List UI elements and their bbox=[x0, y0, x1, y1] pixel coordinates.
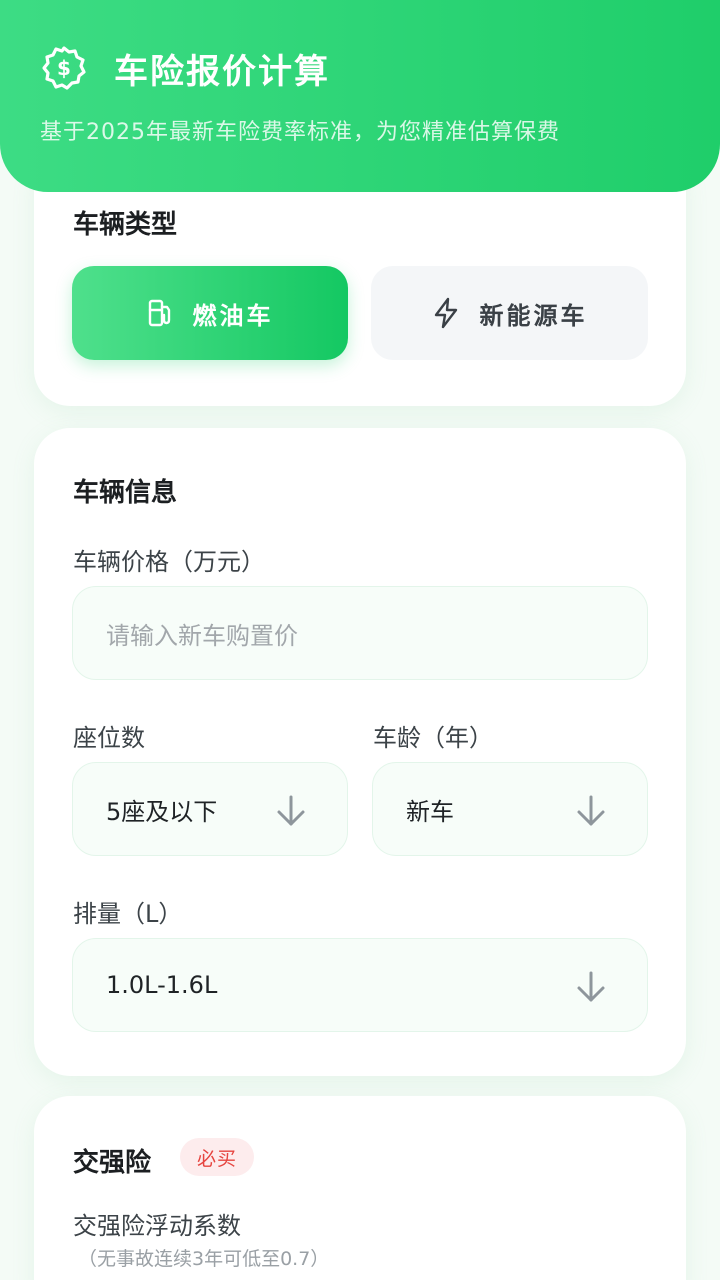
float-factor-note: （无事故连续3年可低至0.7） bbox=[78, 1248, 330, 1270]
svg-text:$: $ bbox=[57, 56, 71, 80]
fuel-car-label: 燃油车 bbox=[192, 301, 274, 330]
displacement-select[interactable]: 1.0L-1.6L bbox=[72, 938, 648, 1032]
age-label: 车龄（年） bbox=[373, 724, 493, 752]
header-title-row: $ 车险报价计算 bbox=[40, 44, 330, 92]
arrow-down-icon bbox=[573, 969, 609, 1011]
compulsory-title: 交强险 bbox=[73, 1148, 152, 1178]
age-select[interactable]: 新车 bbox=[372, 762, 648, 856]
page-subtitle: 基于2025年最新车险费率标准，为您精准估算保费 bbox=[40, 120, 560, 145]
vehicle-info-title: 车辆信息 bbox=[73, 478, 178, 508]
seats-select[interactable]: 5座及以下 bbox=[72, 762, 348, 856]
arrow-down-icon bbox=[573, 793, 609, 835]
fuel-car-button[interactable]: 燃油车 bbox=[72, 266, 348, 360]
ev-car-button[interactable]: 新能源车 bbox=[371, 266, 648, 360]
price-input[interactable]: 请输入新车购置价 bbox=[72, 586, 648, 680]
age-value: 新车 bbox=[406, 797, 454, 826]
seats-value: 5座及以下 bbox=[106, 797, 218, 826]
dollar-badge-icon: $ bbox=[40, 44, 88, 92]
header-banner: $ 车险报价计算 基于2025年最新车险费率标准，为您精准估算保费 bbox=[0, 0, 720, 192]
status-bar bbox=[0, 0, 720, 10]
required-badge: 必买 bbox=[180, 1138, 254, 1176]
vehicle-type-title: 车辆类型 bbox=[73, 210, 178, 240]
ev-car-label: 新能源车 bbox=[479, 301, 588, 330]
seats-label: 座位数 bbox=[73, 724, 145, 752]
arrow-down-icon bbox=[273, 793, 309, 835]
fuel-pump-icon bbox=[147, 298, 173, 328]
page-title: 车险报价计算 bbox=[114, 51, 330, 92]
displacement-value: 1.0L-1.6L bbox=[106, 971, 218, 999]
displacement-label: 排量（L） bbox=[73, 900, 183, 928]
float-factor-label: 交强险浮动系数 bbox=[73, 1212, 241, 1240]
lightning-icon bbox=[432, 297, 460, 329]
price-label: 车辆价格（万元） bbox=[73, 548, 265, 576]
